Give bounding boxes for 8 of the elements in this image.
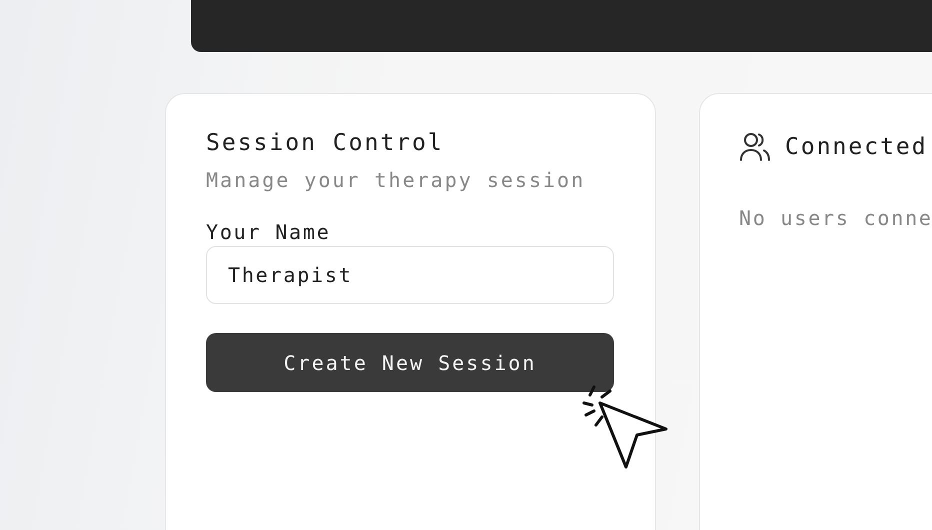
- card-subtitle: Manage your therapy session: [206, 168, 586, 192]
- name-input-field[interactable]: Therapist: [206, 246, 614, 304]
- empty-state-text: No users conne: [739, 206, 932, 230]
- field-label: Your Name: [206, 220, 332, 244]
- users-icon: [739, 132, 771, 162]
- card-title: Session Control: [206, 129, 445, 158]
- card-title: Connected: [785, 133, 928, 162]
- create-session-button[interactable]: Create New Session: [206, 333, 614, 392]
